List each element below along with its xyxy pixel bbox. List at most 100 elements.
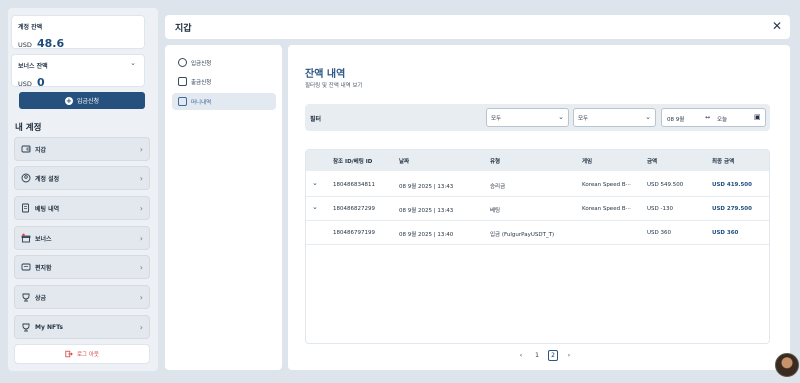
account-section-title: 내 계정 — [15, 123, 42, 133]
bonus-label: 보너스 잔액 — [18, 63, 48, 70]
page-title: 지갑 — [175, 24, 192, 34]
next-page-button[interactable]: › — [564, 350, 574, 361]
table-row[interactable]: ⌄ 180486827299 08 9월 2025 | 13:43 베팅 Kor… — [306, 197, 769, 221]
cell-date: 08 9월 2025 | 13:40 — [399, 232, 454, 238]
cell-type: 승리금 — [490, 184, 506, 190]
close-icon[interactable]: ✕ — [772, 19, 782, 33]
chevron-right-icon: › — [139, 233, 143, 243]
section-subtitle: 필터링 및 잔액 내역 보기 — [305, 83, 363, 89]
chevron-down-icon[interactable]: ⌄ — [130, 59, 136, 67]
date-range-picker[interactable]: 08 9월 ↔ 오늘 ▣ — [661, 108, 766, 127]
page-button[interactable]: 1 — [532, 350, 542, 361]
sidebar-item-label: 지갑 — [35, 146, 47, 154]
withdraw-icon — [178, 77, 187, 86]
calendar-icon: ▣ — [754, 113, 761, 121]
chevron-right-icon: › — [139, 203, 143, 213]
inbox-icon — [21, 263, 31, 271]
deposit-button-label: 입금신청 — [76, 98, 100, 105]
prev-page-button[interactable]: ‹ — [516, 350, 526, 361]
sidebar-item-label: 계정 설정 — [35, 175, 60, 183]
cell-id: 180486827299 — [333, 206, 375, 212]
wallet-header: 지갑 ✕ — [165, 15, 790, 39]
cell-date: 08 9월 2025 | 13:43 — [399, 184, 454, 190]
filter-label: 필터 — [310, 116, 322, 123]
sidebar-item-label: 베팅 내역 — [35, 205, 60, 213]
chevron-right-icon: › — [139, 144, 143, 154]
bet-history-icon — [22, 203, 29, 213]
logout-button[interactable]: 로그 아웃 — [14, 344, 150, 364]
sidebar-item-label: 편지함 — [35, 264, 52, 272]
cell-amount: USD 360 — [647, 230, 671, 236]
user-settings-icon — [21, 173, 31, 183]
subnav-label: 입금신청 — [191, 60, 212, 67]
sidebar-item-label: 보너스 — [35, 235, 52, 243]
history-icon — [178, 97, 187, 106]
balance-label: 계정 잔액 — [18, 24, 43, 31]
chevron-down-icon: ⌄ — [558, 113, 564, 121]
deposit-icon — [178, 58, 187, 67]
table-row: 180486797199 08 9월 2025 | 13:40 입금 (Fulg… — [306, 221, 769, 245]
column-header: 날짜 — [399, 159, 410, 165]
filter-select-game[interactable]: 모두 ⌄ — [573, 108, 656, 127]
subnav-deposit[interactable]: 입금신청 — [172, 54, 276, 71]
deposit-button[interactable]: + 입금신청 — [19, 92, 145, 109]
cell-final: USD 419.500 — [712, 182, 752, 188]
column-header: 참조 ID/베팅 ID — [333, 159, 373, 165]
column-header: 유형 — [490, 159, 501, 165]
filter-select-type[interactable]: 모두 ⌄ — [486, 108, 569, 127]
sidebar-item-label: My NFTs — [35, 323, 63, 331]
sidebar-item-wallet[interactable]: 지갑 › — [14, 137, 150, 161]
sidebar-item-bonus[interactable]: 보너스 › — [14, 226, 150, 250]
sidebar-item-my-nfts[interactable]: My NFTs › — [14, 315, 150, 339]
avatar[interactable] — [775, 353, 799, 377]
chevron-right-icon: › — [139, 262, 143, 272]
cell-amount: USD 549.500 — [647, 182, 684, 188]
filter-bar: 필터 모두 ⌄ 모두 ⌄ 08 9월 ↔ 오늘 ▣ — [305, 104, 770, 131]
logout-label: 로그 아웃 — [77, 352, 99, 358]
wallet-subnav: 입금신청 출금신청 머니내역 — [165, 45, 282, 370]
balance-history-panel: 잔액 내역 필터링 및 잔액 내역 보기 필터 모두 ⌄ 모두 ⌄ 08 9월 … — [288, 45, 790, 370]
section-title: 잔액 내역 — [305, 69, 346, 80]
chevron-right-icon: › — [139, 292, 143, 302]
trophy-icon — [22, 293, 30, 302]
subnav-money-history[interactable]: 머니내역 — [172, 93, 276, 110]
subnav-label: 출금신청 — [191, 79, 212, 86]
select-value: 모두 — [578, 115, 589, 122]
bonus-card[interactable]: 보너스 잔액 ⌄ USD 0 — [11, 54, 145, 90]
page-button-current[interactable]: 2 — [548, 350, 558, 361]
bonus-currency: USD — [18, 80, 32, 88]
plus-icon: + — [64, 96, 73, 105]
column-header: 게임 — [582, 159, 593, 165]
nft-icon — [22, 323, 30, 332]
logout-icon — [65, 350, 73, 358]
balance-value: 48.6 — [36, 37, 65, 50]
cell-final: USD 279.500 — [712, 206, 752, 212]
cell-game: Korean Speed B··· — [582, 206, 631, 212]
select-value: 모두 — [491, 115, 502, 122]
bonus-amount: USD 0 — [18, 71, 45, 90]
cell-date: 08 9월 2025 | 13:43 — [399, 208, 454, 214]
balance-currency: USD — [18, 41, 32, 49]
cell-id: 180486797199 — [333, 230, 375, 236]
sidebar-item-bet-history[interactable]: 베팅 내역 › — [14, 196, 150, 220]
balance-table: 참조 ID/베팅 ID 날짜 유형 게임 금액 최종 금액 ⌄ 18048683… — [305, 149, 770, 344]
subnav-label: 머니내역 — [191, 99, 212, 106]
sidebar-item-inbox[interactable]: 편지함 › — [14, 255, 150, 279]
cell-type: 입금 (FulgurPayUSDT_T) — [490, 232, 555, 238]
expand-icon[interactable]: ⌄ — [312, 179, 318, 187]
column-header: 금액 — [647, 159, 658, 165]
sidebar-item-prizes[interactable]: 상금 › — [14, 285, 150, 309]
expand-icon[interactable]: ⌄ — [312, 203, 318, 211]
gift-icon — [21, 233, 31, 243]
wallet-icon — [21, 145, 31, 153]
cell-game: Korean Speed B··· — [582, 182, 631, 188]
sidebar-item-account-settings[interactable]: 계정 설정 › — [14, 166, 150, 190]
column-header: 최종 금액 — [712, 159, 735, 165]
cell-final: USD 360 — [712, 230, 739, 236]
arrows-icon: ↔ — [705, 114, 711, 121]
subnav-withdraw[interactable]: 출금신청 — [172, 73, 276, 90]
cell-id: 180486834811 — [333, 182, 375, 188]
table-header: 참조 ID/베팅 ID 날짜 유형 게임 금액 최종 금액 — [306, 150, 769, 171]
cell-amount: USD -130 — [647, 206, 673, 212]
table-row[interactable]: ⌄ 180486834811 08 9월 2025 | 13:43 승리금 Ko… — [306, 173, 769, 197]
